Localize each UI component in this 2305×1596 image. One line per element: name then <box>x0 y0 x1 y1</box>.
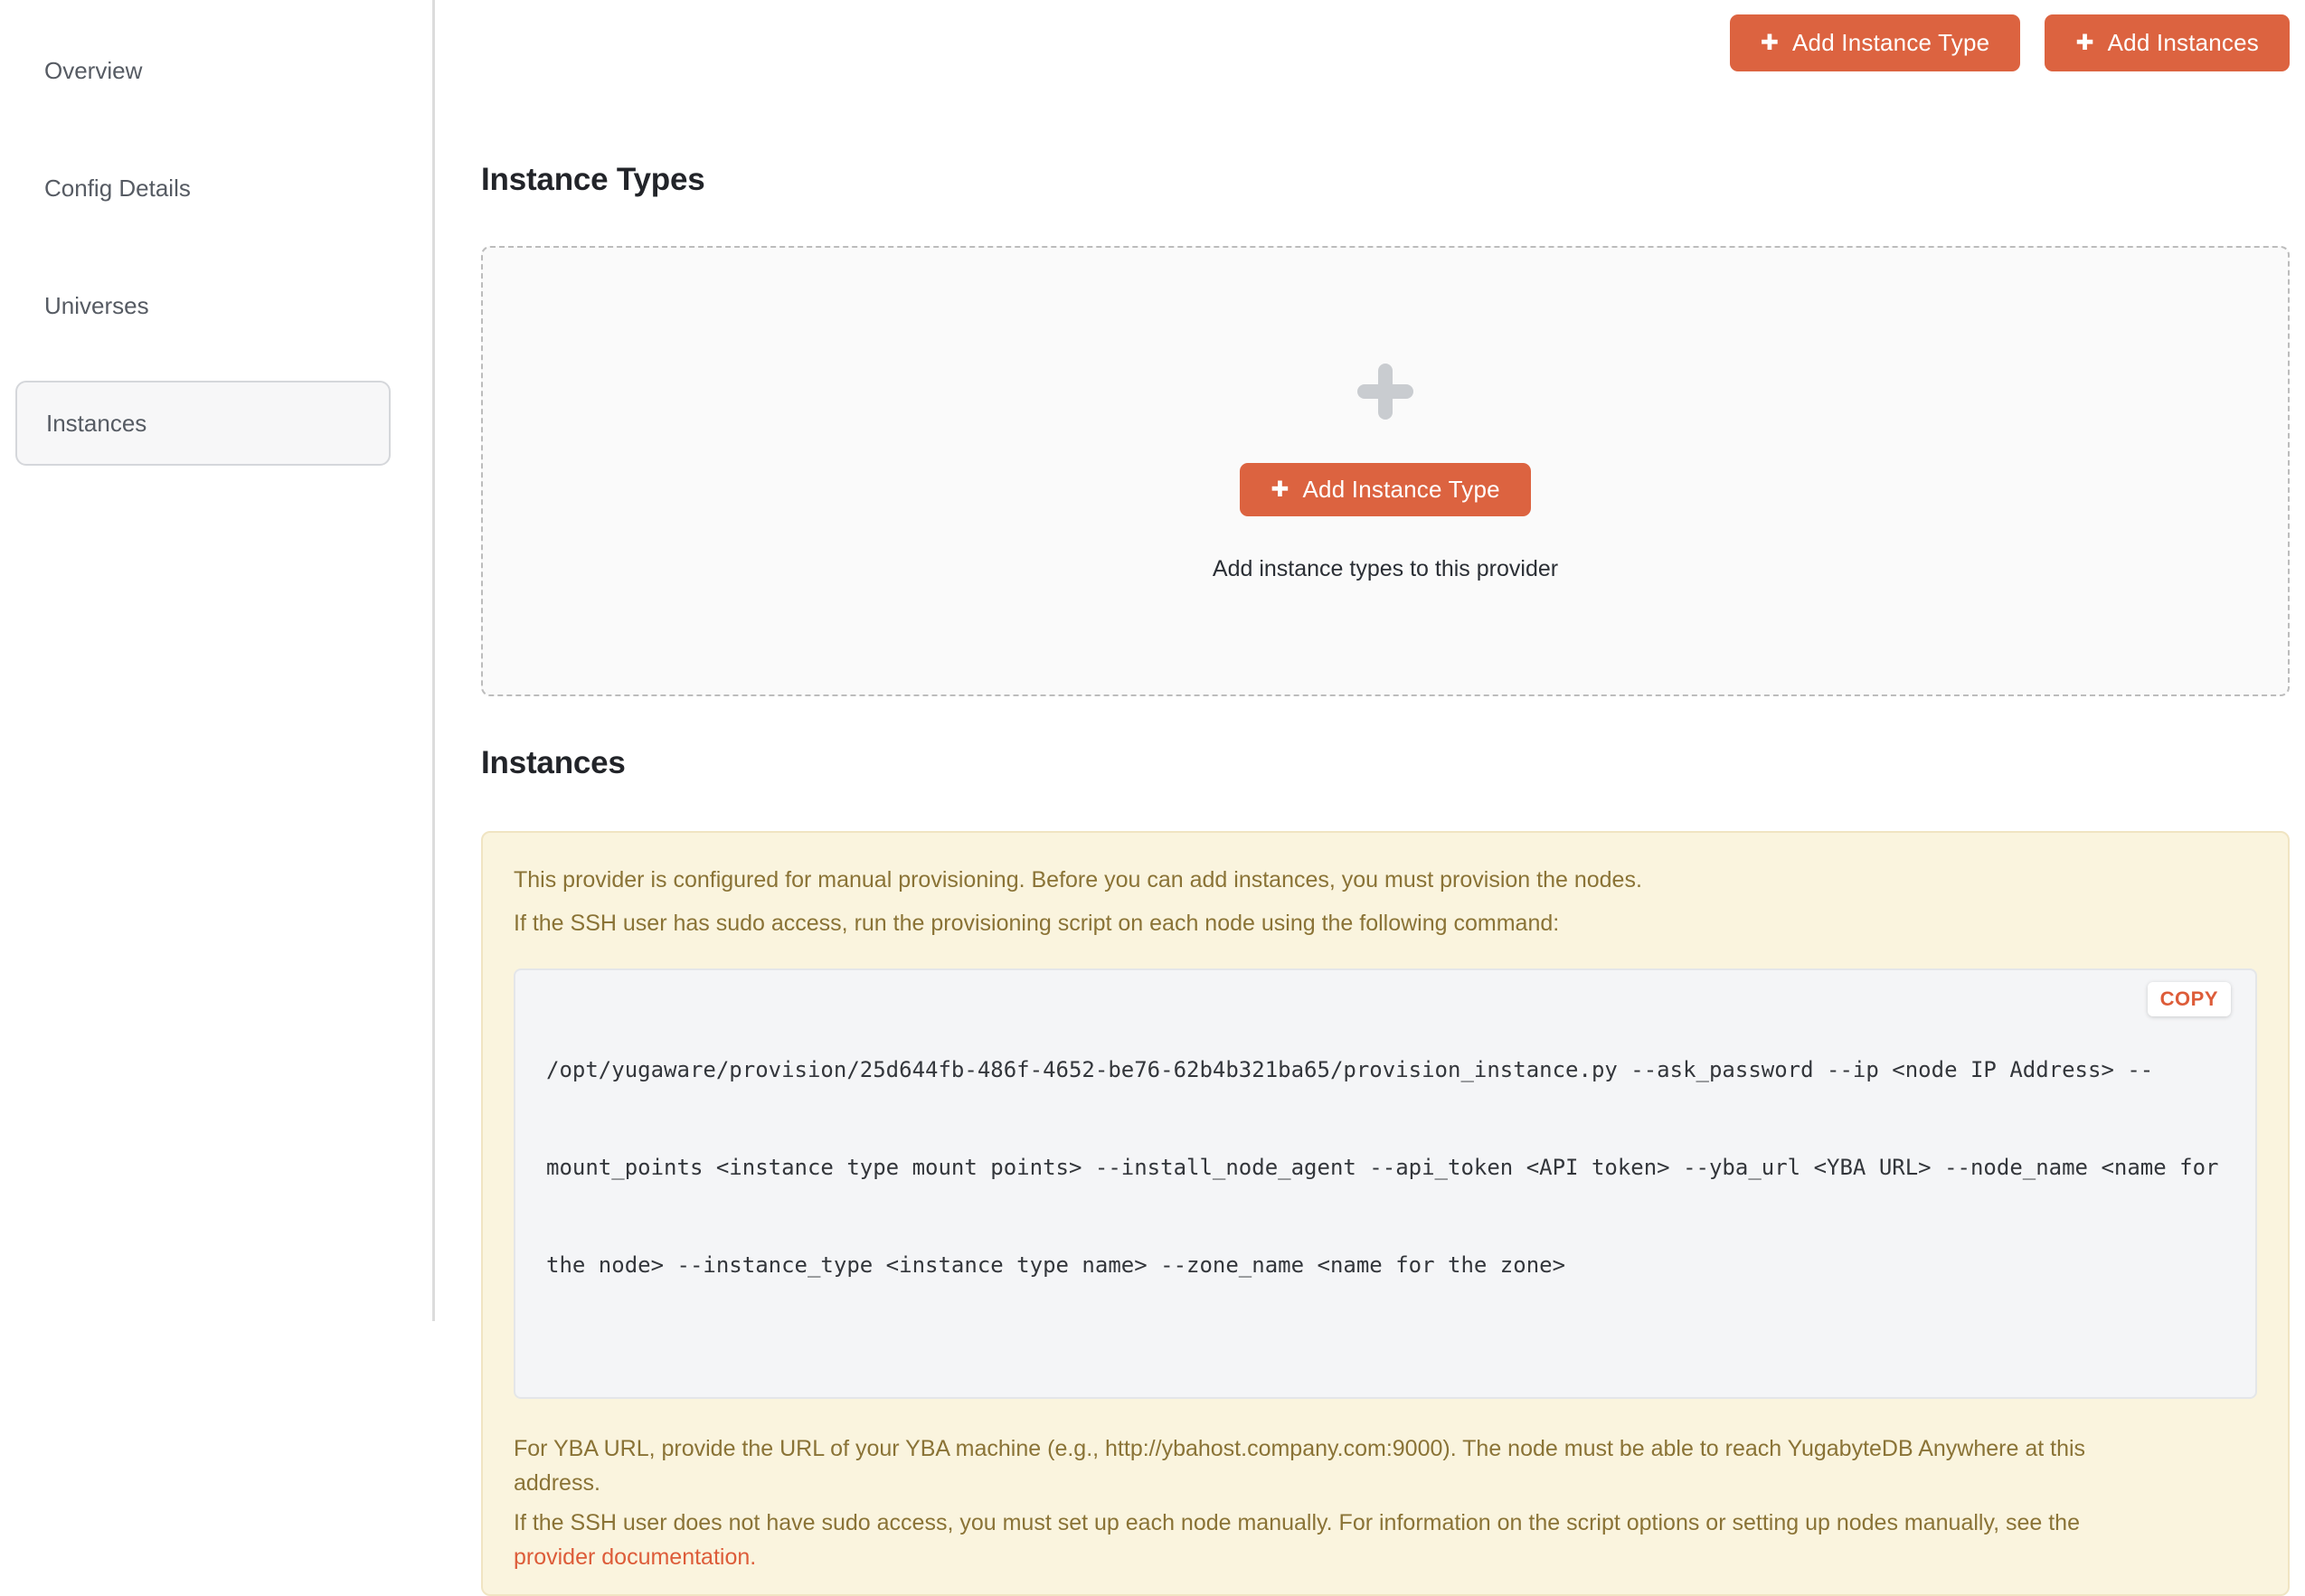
main-content: ✚ Add Instance Type ✚ Add Instances Inst… <box>435 0 2305 1321</box>
instance-types-title: Instance Types <box>481 163 2290 197</box>
copy-button[interactable]: COPY <box>2148 982 2231 1016</box>
yba-url-note-line-2: address. <box>514 1470 600 1496</box>
command-line: /opt/yugaware/provision/25d644fb-486f-46… <box>546 1053 2138 1086</box>
empty-state-caption: Add instance types to this provider <box>1213 555 1558 582</box>
empty-add-instance-type-label: Add Instance Type <box>1303 476 1500 504</box>
instances-title: Instances <box>481 746 2290 780</box>
sidebar-nav: Overview Config Details Universes Instan… <box>0 28 432 466</box>
app-root: Overview Config Details Universes Instan… <box>0 0 2305 1321</box>
sidebar-item-universes[interactable]: Universes <box>0 263 432 348</box>
notice-line-1: This provider is configured for manual p… <box>514 865 2257 894</box>
big-plus-icon <box>1357 364 1413 420</box>
add-instance-type-label: Add Instance Type <box>1792 29 1989 57</box>
no-sudo-note-line: If the SSH user does not have sudo acces… <box>514 1510 2080 1535</box>
yba-url-note: For YBA URL, provide the URL of your YBA… <box>514 1431 2257 1500</box>
sidebar-item-config-details[interactable]: Config Details <box>0 146 432 231</box>
add-instances-button[interactable]: ✚ Add Instances <box>2045 14 2290 71</box>
plus-bar-vertical <box>1378 364 1393 420</box>
add-instances-label: Add Instances <box>2108 29 2259 57</box>
no-sudo-note: If the SSH user does not have sudo acces… <box>514 1506 2257 1574</box>
plus-icon: ✚ <box>2075 33 2093 54</box>
add-instance-type-button[interactable]: ✚ Add Instance Type <box>1730 14 2021 71</box>
instance-types-empty-state: ✚ Add Instance Type Add instance types t… <box>481 246 2290 696</box>
topbar: ✚ Add Instance Type ✚ Add Instances <box>481 0 2290 71</box>
yba-url-note-line-1: For YBA URL, provide the URL of your YBA… <box>514 1436 2085 1461</box>
sidebar-item-overview[interactable]: Overview <box>0 28 432 113</box>
plus-icon: ✚ <box>1761 33 1779 54</box>
sidebar: Overview Config Details Universes Instan… <box>0 0 435 1321</box>
command-line: mount_points <instance type mount points… <box>546 1151 2138 1184</box>
provider-documentation-link[interactable]: provider documentation. <box>514 1544 756 1570</box>
empty-add-instance-type-button[interactable]: ✚ Add Instance Type <box>1240 463 1531 516</box>
sidebar-item-instances[interactable]: Instances <box>15 381 391 466</box>
notice-line-2: If the SSH user has sudo access, run the… <box>514 909 2257 938</box>
command-line: the node> --instance_type <instance type… <box>546 1249 2138 1281</box>
provisioning-notice: This provider is configured for manual p… <box>481 831 2290 1596</box>
provision-command-block: /opt/yugaware/provision/25d644fb-486f-46… <box>514 968 2257 1399</box>
plus-icon: ✚ <box>1271 479 1289 501</box>
